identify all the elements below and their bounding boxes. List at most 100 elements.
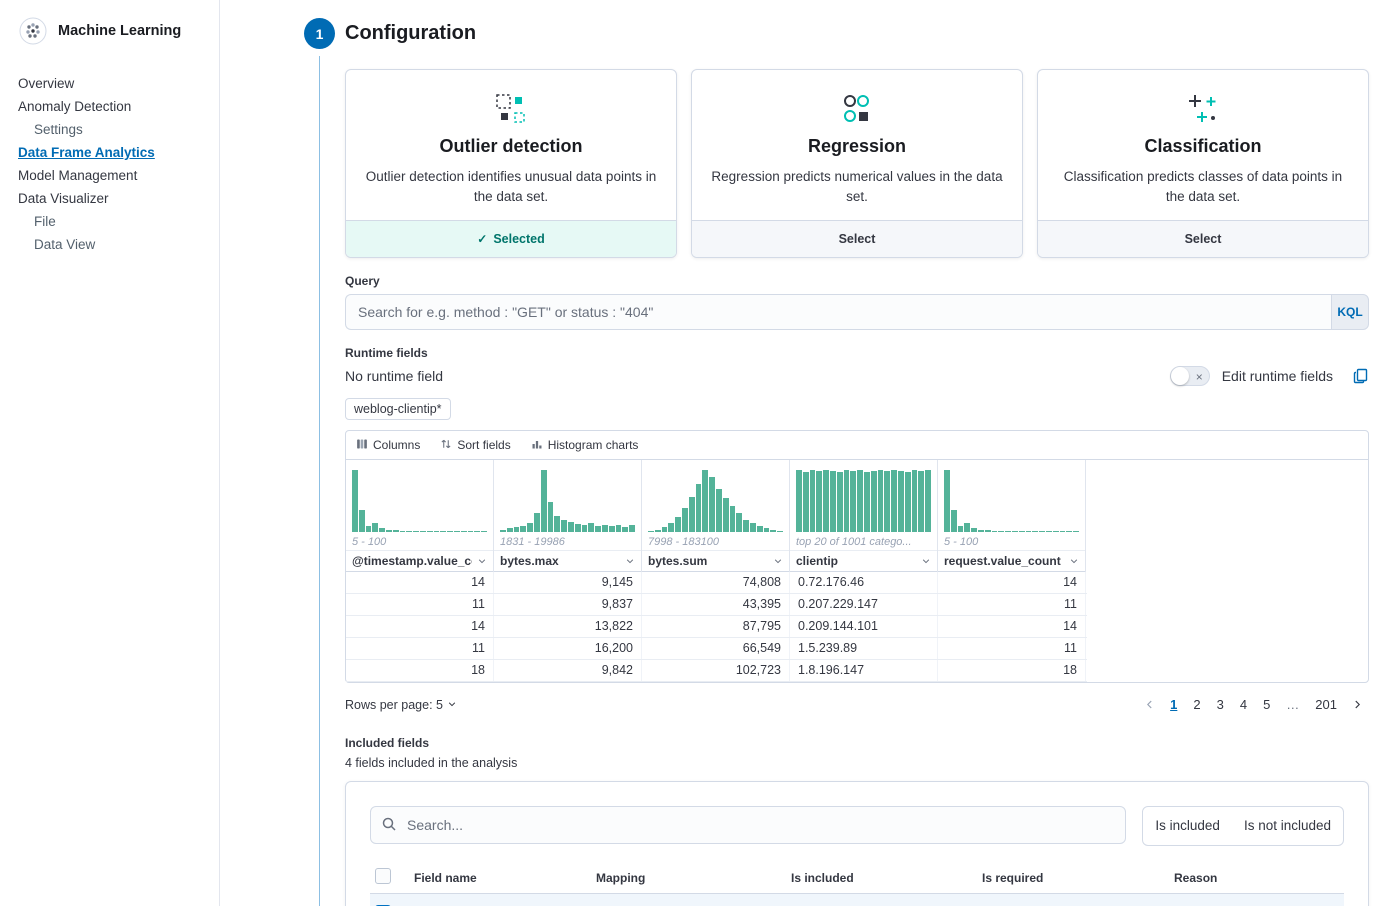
sidebar-item-model-management[interactable]: Model Management [18,164,207,187]
columns-button[interactable]: Columns [356,438,420,453]
grid-cell[interactable]: 16,200 [494,638,642,659]
column-histogram [938,466,1085,532]
grid-cell[interactable]: 1.8.196.147 [790,660,938,681]
select-button[interactable]: Select [1038,220,1368,257]
grid-cell[interactable]: 11 [346,638,494,659]
chevron-down-icon [447,698,457,712]
sidebar-item-file[interactable]: File [18,210,207,233]
grid-cell[interactable]: 9,145 [494,572,642,593]
pagination-page-201[interactable]: 201 [1308,695,1344,714]
pagination-next-icon[interactable] [1346,699,1369,710]
sidebar-item-data-visualizer[interactable]: Data Visualizer [18,187,207,210]
chevron-down-icon[interactable] [477,556,487,566]
grid-cell[interactable]: 87,795 [642,616,790,637]
pagination-page-4[interactable]: 4 [1233,695,1254,714]
chevron-down-icon[interactable] [1069,556,1079,566]
query-label: Query [345,274,1369,288]
pagination-prev-icon[interactable] [1138,699,1161,710]
regression-icon [710,92,1004,128]
selected-indicator[interactable]: ✓Selected [346,220,676,257]
pagination-page-1[interactable]: 1 [1163,695,1184,714]
select-all-checkbox[interactable] [375,868,391,884]
column-name: bytes.max [500,554,559,568]
fields-table-header-is-required: Is required [982,871,1174,885]
select-button[interactable]: Select [692,220,1022,257]
grid-column-header[interactable]: top 20 of 1001 catego...clientip [790,460,938,572]
grid-cell[interactable]: 14 [938,572,1086,593]
grid-cell[interactable]: 11 [938,594,1086,615]
grid-cell[interactable]: 14 [346,572,494,593]
grid-footer: Rows per page: 5 12345…201 [345,695,1369,714]
grid-cell[interactable]: 0.72.176.46 [790,572,938,593]
grid-cell[interactable]: 9,837 [494,594,642,615]
grid-cell[interactable]: 11 [346,594,494,615]
grid-cell[interactable]: 0.207.229.147 [790,594,938,615]
pagination-page-5[interactable]: 5 [1256,695,1277,714]
column-range-label: 7998 - 183100 [642,532,789,550]
fields-table-row[interactable]: ✓@timestamp.value_countlongYesNo [370,894,1344,906]
sidebar-item-data-frame-analytics[interactable]: Data Frame Analytics [18,141,207,164]
pagination-pages: 12345…201 [1163,695,1344,714]
histogram-charts-button-label: Histogram charts [548,438,639,452]
grid-column-header[interactable]: 5 - 100request.value_count [938,460,1086,572]
sidebar-item-data-view[interactable]: Data View [18,233,207,256]
job-type-card-outlier-detection[interactable]: Outlier detectionOutlier detection ident… [345,69,677,258]
kql-button[interactable]: KQL [1331,294,1369,330]
sidebar-item-settings[interactable]: Settings [18,118,207,141]
grid-cell[interactable]: 9,842 [494,660,642,681]
index-pattern-badge: weblog-clientip* [345,398,451,420]
is-not-included-filter-button[interactable]: Is not included [1232,807,1343,845]
grid-row: 189,842102,7231.8.196.14718 [346,660,1087,682]
runtime-fields-status: No runtime field [345,368,443,384]
grid-cell[interactable]: 14 [346,616,494,637]
step-connector-line [319,56,320,906]
toggle-off-icon: × [1196,368,1203,386]
grid-cell[interactable]: 13,822 [494,616,642,637]
page-title: Configuration [345,0,1379,45]
sidebar-item-anomaly-detection[interactable]: Anomaly Detection [18,95,207,118]
column-name: bytes.sum [648,554,707,568]
grid-row: 149,14574,8080.72.176.4614 [346,572,1087,594]
fields-table-body: ✓@timestamp.value_countlongYesNo✓bytes.m… [370,894,1344,906]
grid-cell[interactable]: 74,808 [642,572,790,593]
chevron-down-icon[interactable] [921,556,931,566]
grid-cell[interactable]: 0.209.144.101 [790,616,938,637]
fields-search-box [370,806,1126,846]
grid-column-header[interactable]: 7998 - 183100 bytes.sum [642,460,790,572]
column-histogram [346,466,493,532]
chevron-down-icon[interactable] [625,556,635,566]
query-input[interactable] [345,294,1331,330]
card-footer-label: Select [839,232,876,246]
grid-cell[interactable]: 43,395 [642,594,790,615]
runtime-fields-label: Runtime fields [345,346,1369,360]
grid-cell[interactable]: 11 [938,638,1086,659]
grid-cell[interactable]: 1.5.239.89 [790,638,938,659]
job-type-cards: Outlier detectionOutlier detection ident… [345,69,1369,258]
grid-cell[interactable]: 14 [938,616,1086,637]
sidebar-item-overview[interactable]: Overview [18,72,207,95]
edit-runtime-fields-toggle[interactable]: × [1170,366,1210,386]
grid-column-header[interactable]: 1831 - 19986bytes.max [494,460,642,572]
job-type-description: Classification predicts classes of data … [1056,167,1350,206]
grid-cell[interactable]: 18 [938,660,1086,681]
rows-per-page-button[interactable]: Rows per page: 5 [345,698,457,712]
pagination-page-3[interactable]: 3 [1210,695,1231,714]
grid-cell[interactable]: 102,723 [642,660,790,681]
grid-cell[interactable]: 66,549 [642,638,790,659]
histogram-charts-button[interactable]: Histogram charts [531,438,639,453]
sort-icon [440,438,452,453]
fields-table-header-mapping: Mapping [596,871,791,885]
job-type-card-classification[interactable]: ClassificationClassification predicts cl… [1037,69,1369,258]
is-included-filter-button[interactable]: Is included [1143,807,1232,845]
job-type-card-regression[interactable]: RegressionRegression predicts numerical … [691,69,1023,258]
job-type-description: Outlier detection identifies unusual dat… [364,167,658,206]
grid-column-header[interactable]: 5 - 100@timestamp.value_cou [346,460,494,572]
runtime-fields-row: No runtime field × Edit runtime fields [345,366,1369,386]
sort-fields-button[interactable]: Sort fields [440,438,510,453]
copy-icon[interactable] [1353,368,1369,384]
fields-search-input[interactable] [370,806,1126,844]
pagination-page-2[interactable]: 2 [1186,695,1207,714]
chevron-down-icon[interactable] [773,556,783,566]
grid-cell[interactable]: 18 [346,660,494,681]
job-type-description: Regression predicts numerical values in … [710,167,1004,206]
